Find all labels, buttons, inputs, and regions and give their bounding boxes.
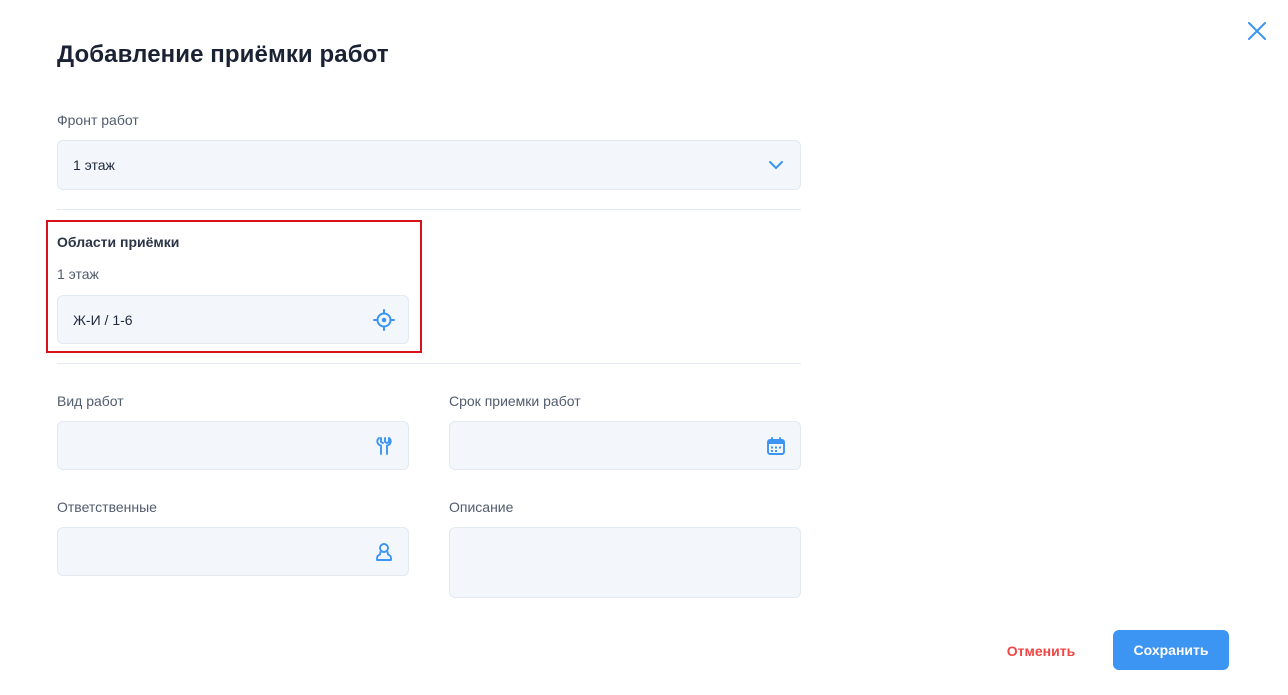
wrench-icon	[372, 434, 396, 458]
chevron-down-icon	[764, 153, 788, 177]
areas-title: Области приёмки	[57, 234, 180, 250]
front-label: Фронт работ	[57, 112, 139, 128]
divider-middle	[57, 363, 801, 364]
front-select[interactable]: 1 этаж	[57, 140, 801, 190]
user-icon	[372, 540, 396, 564]
description-value	[450, 528, 800, 542]
work-type-label: Вид работ	[57, 393, 124, 409]
responsible-field[interactable]	[57, 527, 409, 576]
areas-group-label: 1 этаж	[57, 266, 99, 282]
close-icon	[1248, 22, 1266, 40]
divider-top	[57, 209, 801, 210]
target-icon[interactable]	[372, 308, 396, 332]
close-button[interactable]	[1244, 18, 1270, 44]
cancel-button[interactable]: Отменить	[993, 633, 1089, 669]
area-field[interactable]: Ж-И / 1-6	[57, 295, 409, 344]
calendar-icon[interactable]	[764, 434, 788, 458]
deadline-label: Срок приемки работ	[449, 393, 581, 409]
description-field[interactable]	[449, 527, 801, 598]
dialog-title: Добавление приёмки работ	[57, 41, 389, 68]
area-value: Ж-И / 1-6	[73, 311, 133, 328]
deadline-field[interactable]	[449, 421, 801, 470]
front-value: 1 этаж	[73, 157, 115, 173]
description-label: Описание	[449, 499, 514, 515]
save-button[interactable]: Сохранить	[1113, 630, 1229, 670]
work-type-field[interactable]	[57, 421, 409, 470]
responsible-label: Ответственные	[57, 499, 157, 515]
